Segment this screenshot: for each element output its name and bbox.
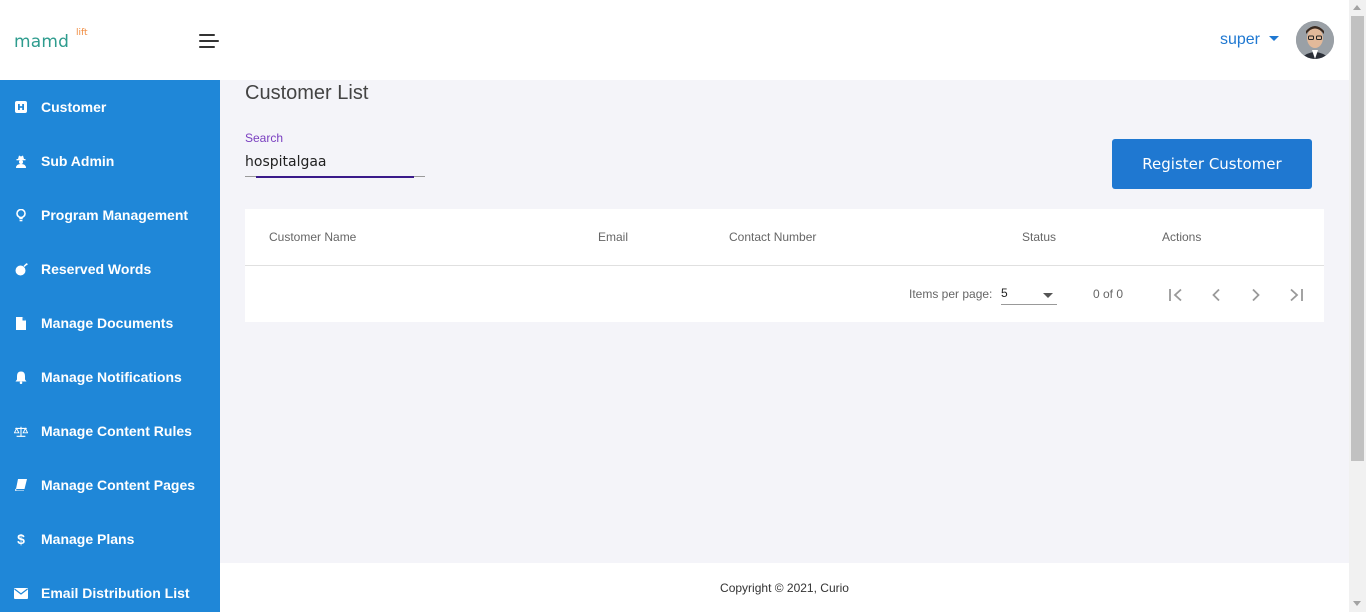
- items-per-page-label: Items per page:: [909, 287, 993, 301]
- column-header-actions: Actions: [1162, 230, 1202, 244]
- scroll-down-icon[interactable]: [1353, 601, 1361, 606]
- register-customer-button[interactable]: Register Customer: [1112, 139, 1312, 189]
- sidebar-item-label: Manage Content Rules: [41, 423, 192, 439]
- sidebar-item-manage-content-rules[interactable]: Manage Content Rules: [0, 404, 220, 458]
- sidebar-item-manage-plans[interactable]: $ Manage Plans: [0, 512, 220, 566]
- hospital-icon: [14, 100, 28, 114]
- search-label: Search: [245, 131, 284, 145]
- logo-superscript: lift: [76, 28, 88, 38]
- sidebar-item-customer[interactable]: Customer: [0, 80, 220, 134]
- chevron-right-icon: [1252, 288, 1260, 302]
- logo-text: mamd: [14, 32, 70, 52]
- items-per-page-value: 5: [1001, 286, 1008, 300]
- page-scrollbar[interactable]: [1349, 0, 1366, 612]
- sidebar-item-manage-documents[interactable]: Manage Documents: [0, 296, 220, 350]
- column-header-email[interactable]: Email: [598, 230, 628, 244]
- envelope-icon: [14, 586, 28, 600]
- app-logo[interactable]: mamd lift: [14, 28, 94, 54]
- sidebar-item-label: Email Distribution List: [41, 585, 190, 601]
- user-menu-dropdown[interactable]: super: [1220, 31, 1279, 49]
- menu-toggle-icon[interactable]: [199, 33, 221, 49]
- copyright-text: Copyright © 2021, Curio: [720, 581, 849, 595]
- sidebar-item-manage-content-pages[interactable]: Manage Content Pages: [0, 458, 220, 512]
- next-page-button[interactable]: [1245, 284, 1267, 306]
- previous-page-button[interactable]: [1205, 284, 1227, 306]
- search-focus-underline: [256, 176, 414, 178]
- footer: Copyright © 2021, Curio: [220, 563, 1349, 612]
- customer-table: Customer Name Email Contact Number Statu…: [245, 209, 1324, 322]
- user-secret-icon: [14, 154, 28, 168]
- dropdown-arrow-icon: [1043, 293, 1053, 298]
- sidebar-item-label: Program Management: [41, 207, 189, 223]
- sidebar-item-email-distribution-list[interactable]: Email Distribution List: [0, 566, 220, 612]
- caret-down-icon: [1269, 35, 1279, 41]
- sidebar-item-program-management[interactable]: Program Management: [0, 188, 220, 242]
- sidebar-item-label: Manage Documents: [41, 315, 174, 331]
- dollar-icon: $: [17, 531, 25, 547]
- sidebar-item-label: Manage Content Pages: [41, 477, 196, 493]
- top-header: mamd lift super: [0, 0, 1349, 80]
- sidebar: Customer Sub Admin Program Management Re…: [0, 80, 220, 612]
- bell-icon: [14, 370, 28, 384]
- sidebar-item-label: Manage Plans: [41, 531, 135, 547]
- scroll-up-icon[interactable]: [1353, 5, 1361, 10]
- items-per-page-select[interactable]: 5: [1001, 285, 1057, 305]
- book-icon: [14, 478, 28, 492]
- avatar[interactable]: [1296, 21, 1334, 59]
- search-input[interactable]: [245, 151, 425, 173]
- user-name: super: [1219, 31, 1260, 48]
- first-page-icon: [1169, 288, 1182, 302]
- chevron-left-icon: [1212, 288, 1220, 302]
- column-header-contact-number[interactable]: Contact Number: [729, 230, 816, 244]
- sidebar-item-label: Manage Notifications: [41, 369, 182, 385]
- pagination-range: 0 of 0: [1093, 287, 1124, 301]
- last-page-button[interactable]: [1285, 284, 1307, 306]
- page-title: Customer List: [245, 82, 369, 104]
- file-icon: [14, 316, 28, 330]
- sidebar-item-reserved-words[interactable]: Reserved Words: [0, 242, 220, 296]
- balance-scale-icon: [14, 424, 28, 438]
- sidebar-item-label: Sub Admin: [41, 153, 115, 169]
- sidebar-item-manage-notifications[interactable]: Manage Notifications: [0, 350, 220, 404]
- last-page-icon: [1290, 288, 1303, 302]
- first-page-button[interactable]: [1165, 284, 1187, 306]
- table-divider: [245, 265, 1324, 266]
- bomb-icon: [14, 262, 28, 276]
- sidebar-item-label: Reserved Words: [41, 261, 152, 277]
- column-header-status[interactable]: Status: [1022, 230, 1056, 244]
- sidebar-item-label: Customer: [41, 99, 107, 115]
- lightbulb-icon: [14, 208, 28, 222]
- column-header-customer-name[interactable]: Customer Name: [269, 230, 356, 244]
- sidebar-item-sub-admin[interactable]: Sub Admin: [0, 134, 220, 188]
- scrollbar-thumb[interactable]: [1351, 16, 1364, 461]
